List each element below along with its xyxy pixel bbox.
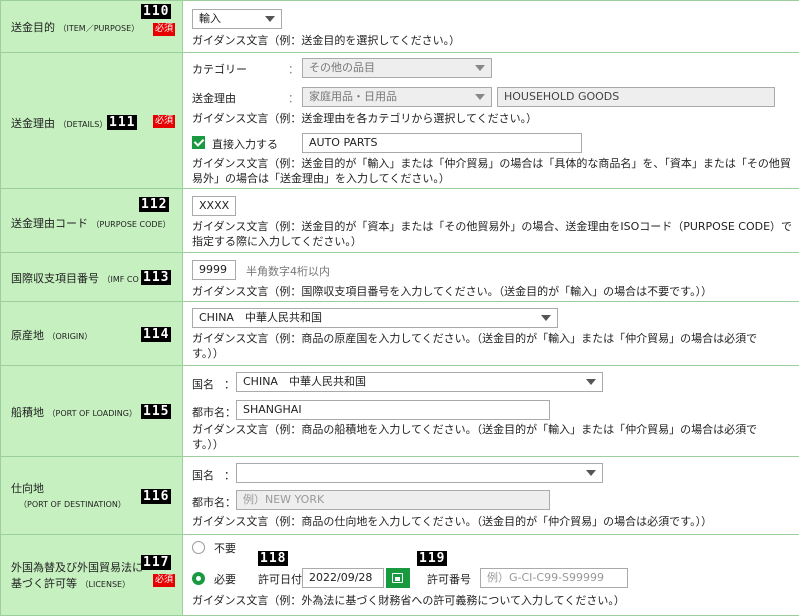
purpose-select[interactable]: 輸入 [192, 9, 282, 29]
loading-country-colon: ： [224, 378, 235, 391]
permit-number-label: 許可番号 [427, 573, 471, 586]
destination-country-label: 国名 [192, 469, 214, 482]
reason-english-field: HOUSEHOLD GOODS [497, 87, 775, 107]
license-not-required-radio[interactable] [192, 541, 205, 554]
origin-guide: ガイダンス文言（例：商品の原産国を入力してください。（送金目的が「輸入」または「… [192, 332, 758, 360]
item-number-110: 110 [141, 4, 172, 19]
details-label: 送金理由 [11, 117, 55, 130]
imf-code-label-sub: （IMF CO [102, 275, 139, 284]
chevron-down-icon [541, 315, 551, 321]
permit-date-label: 許可日付 [258, 573, 302, 586]
item-number-115: 115 [141, 404, 172, 419]
row-details: 送金理由 （DETAILS） 111 必須 カテゴリー ： その他の品目 送金理… [1, 53, 799, 189]
chevron-down-icon [265, 16, 275, 22]
loading-city-label: 都市名： [192, 406, 236, 419]
row-license: 外国為替及び外国貿易法に 基づく許可等 （LICENSE） 117 必須 不要 … [1, 535, 799, 615]
item-number-117: 117 [141, 555, 172, 570]
label-cell-purpose: 送金目的 （ITEM／PURPOSE） 110 必須 [1, 1, 183, 52]
category-label: カテゴリー [192, 63, 247, 76]
direct-input-checkbox[interactable] [192, 136, 205, 149]
destination-country-select[interactable] [236, 463, 603, 483]
row-purpose: 送金目的 （ITEM／PURPOSE） 110 必須 輸入 ガイダンス文言（例：… [1, 1, 799, 53]
permit-number-input[interactable]: 例）G-CI-C99-S99999 [480, 568, 628, 588]
row-imf-code: 国際収支項目番号 （IMF CO 113 9999 半角数字4桁以内 ガイダンス… [1, 253, 799, 302]
license-not-required-label[interactable]: 不要 [214, 540, 236, 556]
purpose-code-label: 送金理由コード [11, 217, 88, 230]
required-badge: 必須 [153, 574, 176, 587]
reason-colon: ： [288, 92, 299, 105]
purpose-guide: ガイダンス文言（例：送金目的を選択してください。） [192, 34, 461, 47]
item-number-113: 113 [141, 270, 172, 285]
purpose-label-sub: （ITEM／PURPOSE） [58, 24, 140, 33]
chevron-down-icon [586, 470, 596, 476]
loading-label: 船積地 [11, 406, 44, 419]
loading-city-input[interactable]: SHANGHAI [236, 400, 550, 420]
purpose-label: 送金目的 [11, 21, 55, 34]
reason-label: 送金理由 [192, 92, 236, 105]
chevron-down-icon [475, 65, 485, 71]
license-label-2: 基づく許可等 [11, 577, 77, 590]
imf-code-label: 国際収支項目番号 [11, 272, 99, 285]
origin-select[interactable]: CHINA 中華人民共和国 [192, 308, 558, 328]
row-origin: 原産地 （ORIGIN） 114 CHINA 中華人民共和国 ガイダンス文言（例… [1, 302, 799, 366]
license-label-sub: （LICENSE） [80, 580, 131, 589]
chevron-down-icon [586, 379, 596, 385]
required-badge: 必須 [153, 23, 176, 36]
details-guide-2: ガイダンス文言（例：送金目的が「輸入」または「仲介貿易」の場合は「具体的な商品名… [192, 157, 791, 185]
item-number-116: 116 [141, 489, 172, 504]
item-number-112: 112 [139, 197, 170, 212]
imf-code-input[interactable]: 9999 [192, 260, 236, 280]
imf-code-hint: 半角数字4桁以内 [246, 265, 330, 278]
details-guide-1: ガイダンス文言（例：送金理由を各カテゴリから選択してください。） [192, 112, 538, 125]
reason-select[interactable]: 家庭用品・日用品 [302, 87, 492, 107]
destination-guide: ガイダンス文言（例：商品の仕向地を入力してください。（送金目的が「仲介貿易」の場… [192, 515, 713, 528]
calendar-icon[interactable] [386, 568, 410, 588]
origin-label: 原産地 [11, 329, 44, 342]
loading-country-label: 国名 [192, 378, 214, 391]
license-guide: ガイダンス文言（例：外為法に基づく財務省への許可義務について入力してください。） [192, 594, 625, 607]
license-required-label[interactable]: 必要 [214, 571, 236, 587]
destination-city-input[interactable]: 例）NEW YORK [236, 490, 550, 510]
row-purpose-code: 送金理由コード （PURPOSE CODE） 112 XXXX ガイダンス文言（… [1, 189, 799, 253]
item-number-114: 114 [141, 327, 172, 342]
purpose-code-guide: ガイダンス文言（例：送金目的が「資本」または「その他貿易外」の場合、送金理由をI… [192, 220, 793, 248]
loading-label-sub: （PORT OF LOADING） [47, 409, 137, 418]
purpose-code-input[interactable]: XXXX [192, 196, 236, 216]
direct-input-field[interactable]: AUTO PARTS [302, 133, 582, 153]
row-port-of-destination: 仕向地 （PORT OF DESTINATION） 116 国名 ： 都市名： … [1, 457, 799, 535]
label-cell-imf-code: 国際収支項目番号 （IMF CO 113 [1, 253, 183, 301]
category-select[interactable]: その他の品目 [302, 58, 492, 78]
permit-date-input[interactable]: 2022/09/28 [302, 568, 384, 588]
remittance-form: 送金目的 （ITEM／PURPOSE） 110 必須 輸入 ガイダンス文言（例：… [0, 0, 799, 616]
imf-code-guide: ガイダンス文言（例：国際収支項目番号を入力してください。（送金目的が「輸入」の場… [192, 285, 713, 298]
destination-label: 仕向地 [11, 482, 44, 495]
license-required-radio[interactable] [192, 572, 205, 585]
license-label-1: 外国為替及び外国貿易法に [11, 561, 143, 574]
purpose-code-label-sub: （PURPOSE CODE） [91, 220, 171, 229]
destination-city-label: 都市名： [192, 496, 236, 509]
origin-label-sub: （ORIGIN） [47, 332, 93, 341]
chevron-down-icon [475, 94, 485, 100]
row-port-of-loading: 船積地 （PORT OF LOADING） 115 国名 ： CHINA 中華人… [1, 366, 799, 457]
loading-country-select[interactable]: CHINA 中華人民共和国 [236, 372, 603, 392]
label-cell-destination: 仕向地 （PORT OF DESTINATION） 116 [1, 457, 183, 534]
destination-label-sub: （PORT OF DESTINATION） [19, 500, 126, 509]
label-cell-purpose-code: 送金理由コード （PURPOSE CODE） 112 [1, 189, 183, 252]
direct-input-label[interactable]: 直接入力する [212, 136, 278, 152]
item-number-111: 111 [107, 115, 138, 130]
loading-guide: ガイダンス文言（例：商品の船積地を入力してください。（送金目的が「輸入」または「… [192, 423, 758, 451]
item-number-119: 119 [417, 551, 448, 566]
label-cell-loading: 船積地 （PORT OF LOADING） 115 [1, 366, 183, 456]
label-cell-details: 送金理由 （DETAILS） 111 必須 [1, 53, 183, 188]
details-label-sub: （DETAILS） [58, 120, 108, 129]
item-number-118: 118 [258, 551, 289, 566]
category-colon: ： [288, 63, 299, 76]
destination-country-colon: ： [224, 469, 235, 482]
label-cell-origin: 原産地 （ORIGIN） 114 [1, 302, 183, 365]
required-badge: 必須 [153, 115, 176, 128]
label-cell-license: 外国為替及び外国貿易法に 基づく許可等 （LICENSE） 117 必須 [1, 535, 183, 615]
